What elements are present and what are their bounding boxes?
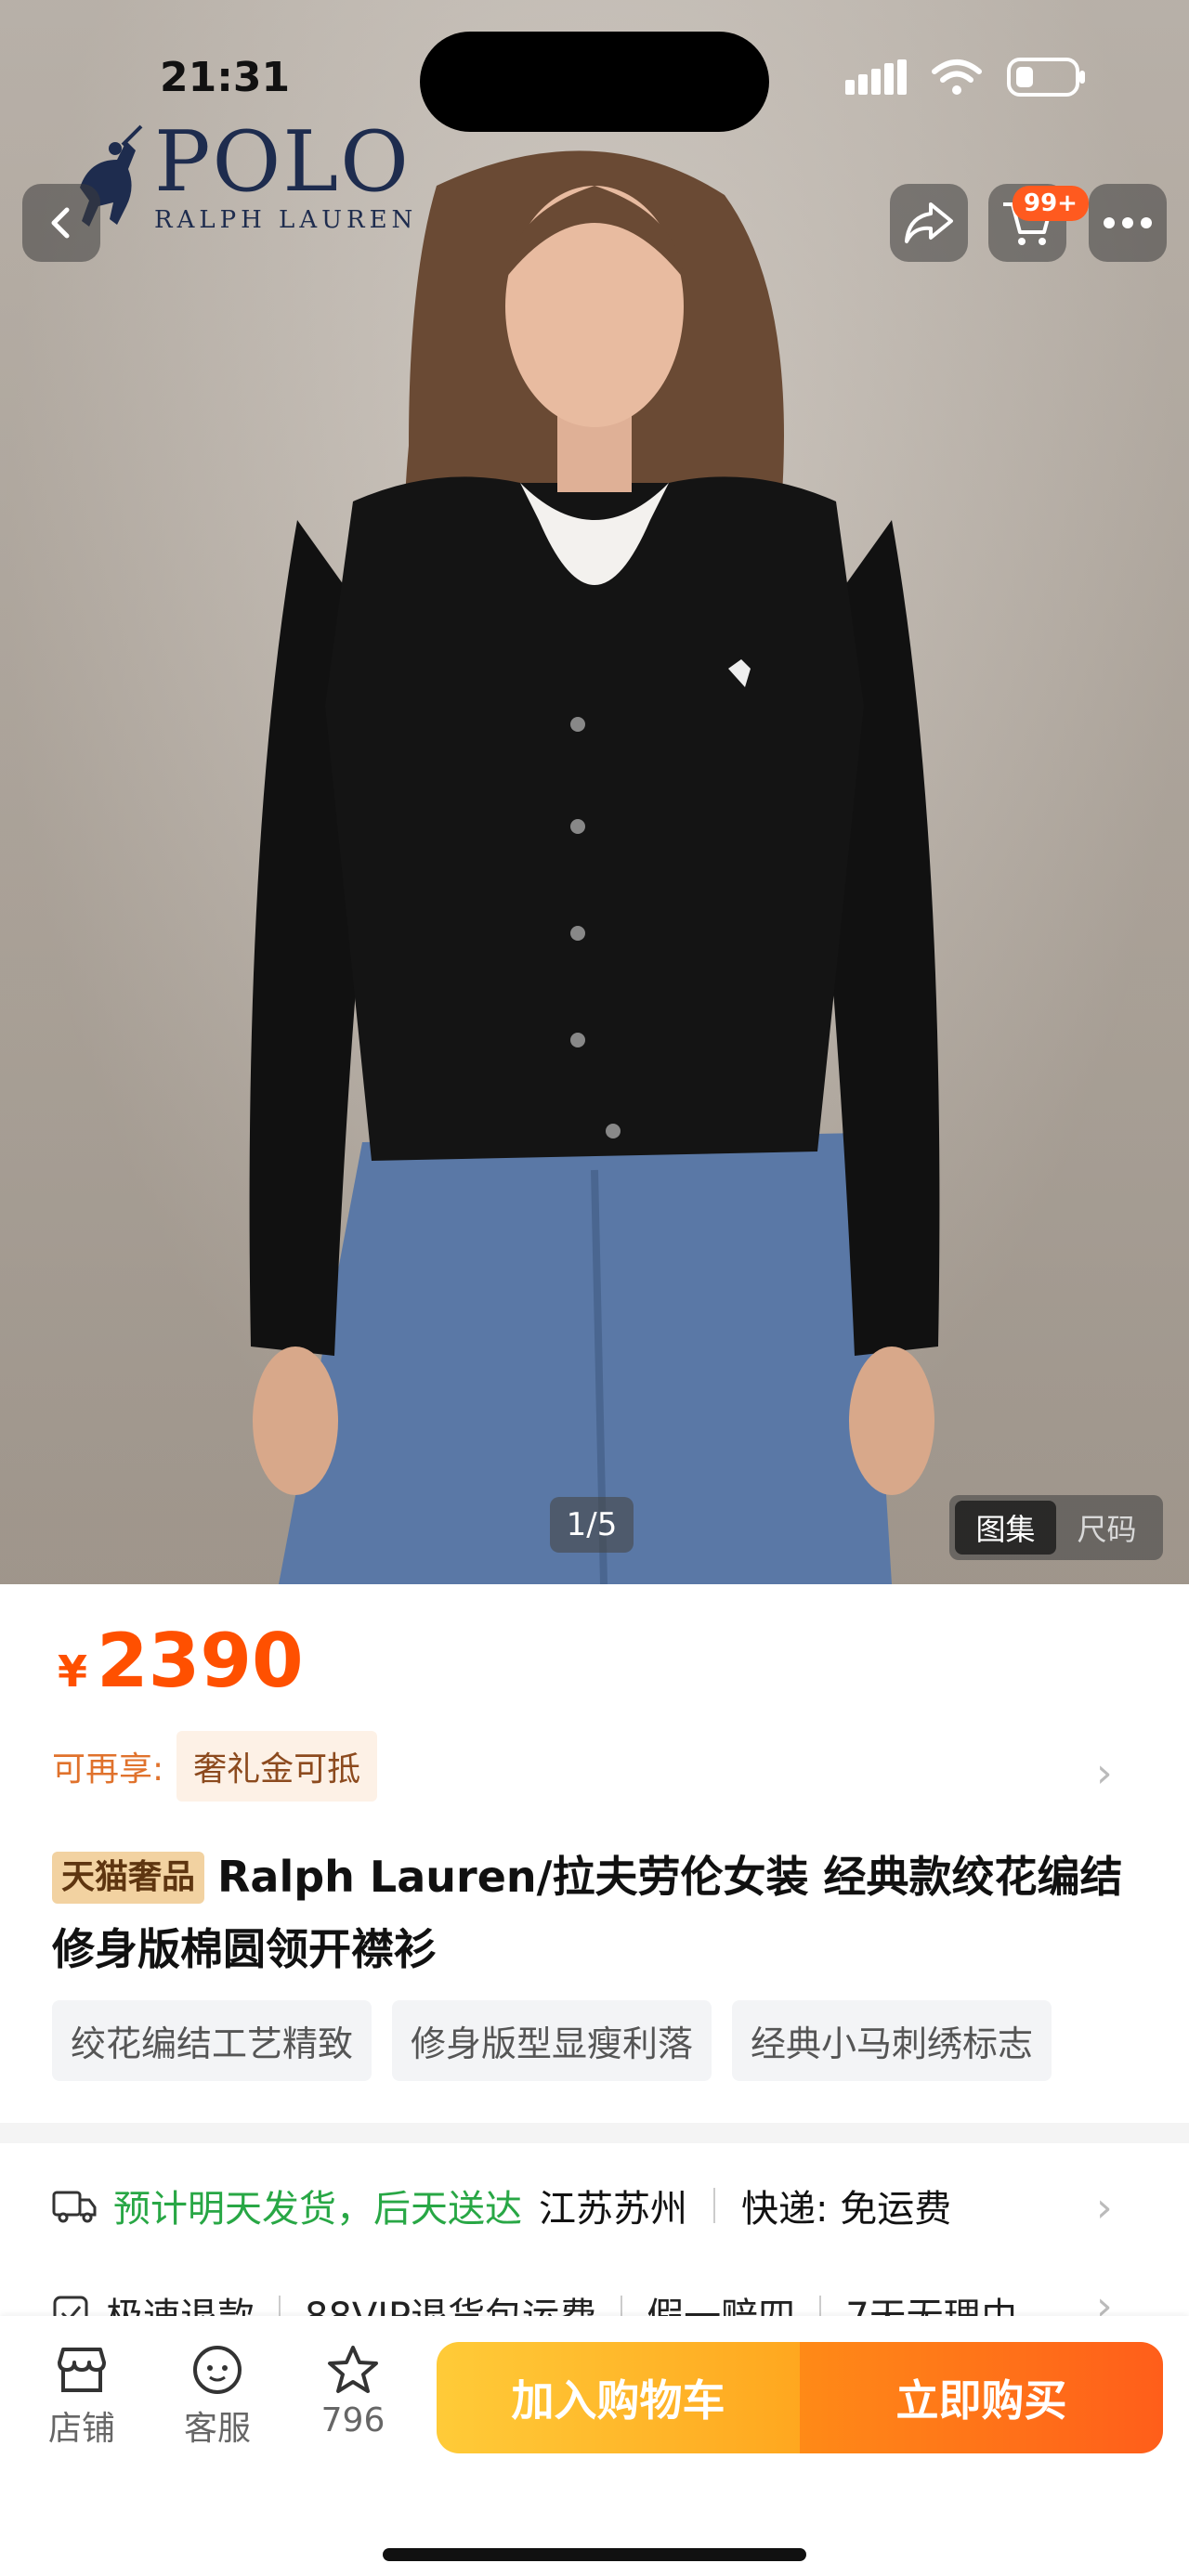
more-button[interactable] xyxy=(1089,184,1167,262)
product-title: 天猫奢品 Ralph Lauren/拉夫劳伦女装 经典款绞花编结修身版棉圆领开襟衫 xyxy=(52,1841,1148,1985)
battery-icon xyxy=(1007,58,1085,97)
star-icon xyxy=(328,2346,378,2393)
status-icons xyxy=(845,58,1087,97)
promo-label: 可再享: xyxy=(52,1750,164,1789)
share-button[interactable] xyxy=(890,184,968,262)
chevron-right-icon[interactable]: › xyxy=(1096,2283,1113,2320)
more-icon xyxy=(1104,217,1152,228)
store-icon xyxy=(58,2348,106,2392)
price-amount: 2390 xyxy=(97,1618,304,1704)
guarantee-item: 88VIP退货包运费 xyxy=(305,2296,597,2320)
guarantee-item: 极速退款 xyxy=(106,2296,255,2320)
guarantee-item: 假一赔四 xyxy=(647,2296,796,2320)
delivery-truck-icon xyxy=(52,2191,97,2223)
shipping-row[interactable]: 预计明天发货，后天送达 江苏苏州 快递: 免运费 › xyxy=(0,2143,1189,2264)
favorite-count: 796 xyxy=(320,2401,385,2439)
back-button[interactable] xyxy=(22,184,100,262)
customer-service-button[interactable]: 客服 xyxy=(162,2344,273,2450)
cart-badge: 99+ xyxy=(1013,186,1089,221)
product-title-text: Ralph Lauren/拉夫劳伦女装 经典款绞花编结修身版棉圆领开襟衫 xyxy=(52,1852,1123,1974)
gallery-toggle[interactable]: 图集 尺码 xyxy=(949,1495,1163,1560)
feature-chip: 修身版型显瘦利落 xyxy=(392,2000,712,2081)
promo-chip[interactable]: 奢礼金可抵 xyxy=(176,1731,378,1802)
store-label: 店铺 xyxy=(47,2410,115,2448)
express-fee: 快递: 免运费 xyxy=(741,2188,952,2231)
brand-subname: RALPH LAUREN xyxy=(154,206,418,234)
chat-face-icon xyxy=(193,2346,242,2394)
brand-name: POLO xyxy=(154,113,411,211)
tab-gallery[interactable]: 图集 xyxy=(955,1501,1056,1555)
delivery-estimate: 预计明天发货，后天送达 xyxy=(113,2188,522,2231)
chevron-right-icon[interactable]: › xyxy=(1096,2184,1113,2231)
product-image[interactable]: 21:31 POLO RALPH LAUREN 99+ 1/5 图集 尺码 xyxy=(0,0,1189,1584)
cta-group: 加入购物车 立即购买 xyxy=(437,2342,1163,2453)
feature-chips: 绞花编结工艺精致 修身版型显瘦利落 经典小马刺绣标志 xyxy=(52,2000,1052,2081)
bottom-action-bar: 店铺 客服 796 加入购物车 立即购买 xyxy=(0,2316,1189,2576)
ship-from: 江苏苏州 xyxy=(539,2188,687,2231)
add-to-cart-button[interactable]: 加入购物车 xyxy=(437,2342,800,2453)
price-currency: ¥ xyxy=(58,1646,88,1697)
brand-logo: POLO RALPH LAUREN xyxy=(71,113,418,234)
chevron-left-icon xyxy=(51,207,70,239)
feature-chip: 经典小马刺绣标志 xyxy=(732,2000,1052,2081)
wifi-icon xyxy=(932,59,982,95)
price: ¥ 2390 xyxy=(58,1618,304,1704)
store-button[interactable]: 店铺 xyxy=(26,2344,137,2450)
tab-size[interactable]: 尺码 xyxy=(1056,1501,1157,1555)
buy-now-button[interactable]: 立即购买 xyxy=(800,2342,1163,2453)
home-indicator xyxy=(383,2548,806,2561)
image-pager: 1/5 xyxy=(550,1497,634,1553)
status-time: 21:31 xyxy=(160,54,291,101)
section-divider xyxy=(0,2123,1189,2143)
signal-icon xyxy=(845,59,907,95)
guarantee-row[interactable]: 极速退款 88VIP退货包运费 假一赔四 7天无理由 › xyxy=(0,2264,1189,2320)
separator xyxy=(713,2188,715,2223)
promo-row[interactable]: 可再享: 奢礼金可抵 xyxy=(52,1731,378,1802)
guarantee-item: 7天无理由 xyxy=(845,2296,1018,2320)
favorite-button[interactable]: 796 xyxy=(297,2344,409,2439)
chevron-right-icon[interactable]: › xyxy=(1096,1750,1113,1797)
product-info: ¥ 2390 可再享: 奢礼金可抵 › 天猫奢品 Ralph Lauren/拉夫劳… xyxy=(0,1584,1189,2123)
feature-chip: 绞花编结工艺精致 xyxy=(52,2000,372,2081)
service-label: 客服 xyxy=(183,2410,251,2448)
dynamic-island xyxy=(420,32,769,132)
store-tag: 天猫奢品 xyxy=(52,1852,205,1904)
share-icon xyxy=(905,202,953,243)
